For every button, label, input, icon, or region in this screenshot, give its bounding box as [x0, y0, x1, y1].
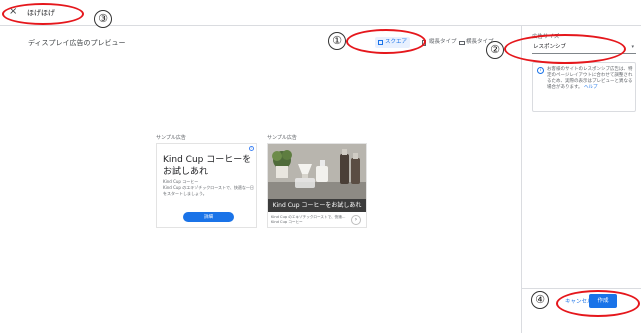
ad-description: Kind Cup のエキゾチックローストで、快適な一日をスタートしましょう。 — [163, 185, 254, 196]
info-box: i お客様のサイトのレスポンシブ広告は、特定のページレイアウトに合わせて調整され… — [532, 62, 636, 112]
annotation-number: ④ — [531, 291, 549, 309]
landscape-icon — [459, 40, 465, 45]
ad-headline: Kind Cup コーヒーをお試しあれ — [163, 155, 252, 177]
annotation-number: ① — [328, 32, 346, 50]
sample-ad-text[interactable]: i Kind Cup コーヒーをお試しあれ Kind Cup コーヒー Kind… — [156, 143, 257, 228]
adchoices-icon[interactable]: i — [249, 146, 254, 151]
ad-size-panel: 広告サイズ レスポンシブ ▾ i お客様のサイトのレスポンシブ広告は、特定のペー… — [521, 26, 641, 333]
ad-preview-screen: { "header": { "close_icon": "×", "title"… — [0, 0, 641, 333]
chevron-down-icon: ▾ — [631, 44, 634, 50]
help-link[interactable]: ヘルプ — [584, 85, 598, 90]
sample-ad-label: サンプル広告 — [156, 135, 186, 141]
annotation-ellipse — [346, 29, 426, 54]
coffee-photo — [268, 144, 366, 199]
sample-ad-label: サンプル広告 — [267, 135, 297, 141]
preview-title: ディスプレイ広告のプレビュー — [28, 39, 126, 47]
annotation-ellipse — [556, 290, 640, 317]
ad-cta-button[interactable]: 詳細 — [183, 212, 234, 222]
ad-image — [268, 144, 366, 199]
annotation-number: ② — [486, 41, 504, 59]
info-icon: i — [537, 67, 544, 74]
tab-portrait-label: 縦長タイプ — [429, 39, 457, 45]
chevron-right-icon[interactable]: › — [351, 215, 361, 225]
ad-headline: Kind Cup コーヒーをお試しあれ — [268, 199, 366, 212]
sample-ad-image[interactable]: Kind Cup コーヒーをお試しあれ Kind Cup のエキゾチックロースト… — [267, 143, 367, 228]
annotation-ellipse — [504, 34, 626, 64]
annotation-number: ③ — [94, 10, 112, 28]
annotation-ellipse — [2, 3, 84, 25]
info-text: お客様のサイトのレスポンシブ広告は、特定のページレイアウトに合わせて調整されるた… — [547, 67, 633, 91]
ad-description: Kind Cup のエキゾチックローストで、快適… Kind Cup コーヒー — [271, 215, 346, 224]
